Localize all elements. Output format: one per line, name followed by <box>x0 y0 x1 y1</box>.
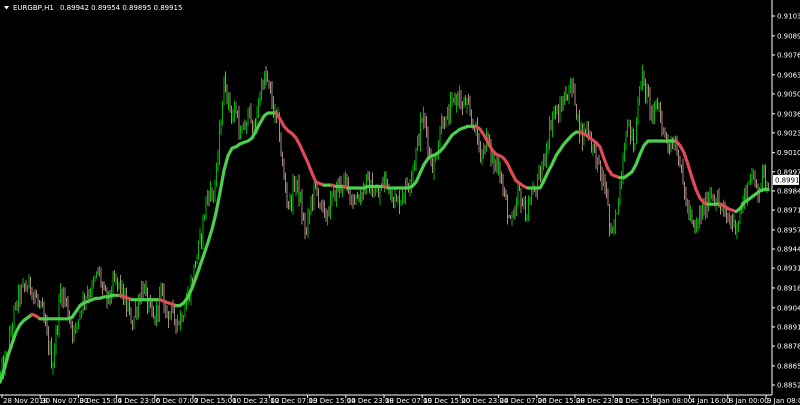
price-tick-label: 0.91030 <box>777 13 800 21</box>
price-tick-label: 0.90500 <box>777 90 800 98</box>
price-tick-label: 0.88915 <box>777 323 800 331</box>
time-tick-label: 4 Jan 16:00 <box>691 397 731 405</box>
price-tick-label: 0.89840 <box>777 187 800 195</box>
time-axis-labels: 28 Nov 201830 Nov 07:003 Dec 15:004 Dec … <box>1 395 800 405</box>
time-tick-label: 8 Jan 00:00 <box>729 397 769 405</box>
price-tick-label: 0.89315 <box>777 265 800 273</box>
price-tick-label: 0.89180 <box>777 284 800 292</box>
price-tick-label: 0.89710 <box>777 207 800 215</box>
ohlc-values: 0.89942 0.89954 0.89895 0.89915 <box>60 4 182 12</box>
time-tick-label: 9 Jan 08:00 <box>767 397 800 405</box>
price-tick-label: 0.90100 <box>777 149 800 157</box>
time-tick-label: 7 Dec 15:00 <box>194 397 237 405</box>
time-tick-label: 6 Dec 07:00 <box>156 397 199 405</box>
price-tick-label: 0.90765 <box>777 51 800 59</box>
time-tick-label: 4 Dec 23:00 <box>118 397 161 405</box>
price-chart[interactable]: 0.91030 0.90895 0.90765 0.90630 0.90500 0.903… <box>0 0 800 405</box>
price-tick-label: 0.88650 <box>777 362 800 370</box>
current-price-label: 0.89915 <box>775 176 800 184</box>
price-tick-label: 0.90235 <box>777 129 800 137</box>
moving-average-segment <box>346 184 386 190</box>
price-tick-label: 0.88520 <box>777 382 800 390</box>
price-tick-label: 0.90365 <box>777 110 800 118</box>
price-tick-label: 0.88785 <box>777 343 800 351</box>
chart-header: EURGBP,H1 0.89942 0.89954 0.89895 0.8991… <box>4 4 182 12</box>
current-price-box: 0.89915 <box>773 174 800 185</box>
price-tick-label: 0.89045 <box>777 304 800 312</box>
price-tick-label: 0.90630 <box>777 71 800 79</box>
time-tick-label: 3 Dec 15:00 <box>79 397 122 405</box>
price-tick-label: 0.89575 <box>777 226 800 234</box>
symbol-label: EURGBP,H1 <box>13 4 54 12</box>
time-tick-label: 3 Jan 08:00 <box>652 397 692 405</box>
price-tick-label: 0.90895 <box>777 32 800 40</box>
price-tick-label: 0.89445 <box>777 246 800 254</box>
